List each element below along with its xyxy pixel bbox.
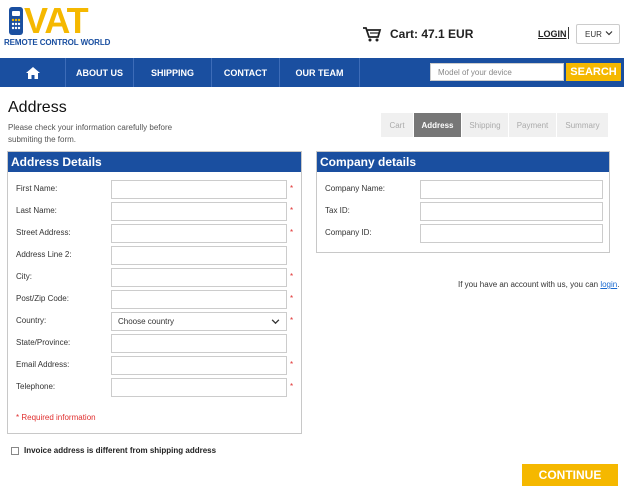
- street-address-row: Street Address: *: [16, 224, 300, 243]
- nav-shipping[interactable]: SHIPPING: [134, 58, 212, 87]
- account-note-end: .: [617, 280, 620, 289]
- nav-about-us[interactable]: ABOUT US: [66, 58, 134, 87]
- logo-brand: VAT: [24, 0, 89, 41]
- login-link[interactable]: LOGIN: [538, 29, 567, 39]
- required-marker: *: [290, 206, 294, 215]
- checkout-steps: Cart Address Shipping Payment Summary: [381, 113, 609, 137]
- required-marker: *: [290, 382, 294, 391]
- company-name-row: Company Name:: [325, 180, 605, 199]
- required-marker: *: [290, 272, 294, 281]
- street-address-field[interactable]: [111, 224, 287, 243]
- street-address-label: Street Address:: [16, 228, 71, 237]
- search-input[interactable]: Model of your device: [430, 63, 564, 81]
- city-row: City: *: [16, 268, 300, 287]
- company-name-field[interactable]: [420, 180, 603, 199]
- required-marker: *: [290, 360, 294, 369]
- last-name-row: Last Name: *: [16, 202, 300, 221]
- required-marker: *: [290, 294, 294, 303]
- invoice-address-label: Invoice address is different from shippi…: [24, 446, 217, 455]
- company-name-label: Company Name:: [325, 184, 386, 193]
- header-divider: [568, 27, 569, 39]
- required-marker: *: [290, 228, 294, 237]
- account-login-note: If you have an account with us, you can …: [458, 280, 619, 289]
- currency-value: EUR: [585, 29, 602, 39]
- post-code-label: Post/Zip Code:: [16, 294, 69, 303]
- email-label: Email Address:: [16, 360, 70, 369]
- first-name-row: First Name: *: [16, 180, 300, 199]
- city-field[interactable]: [111, 268, 287, 287]
- company-details-panel: Company details Company Name: Tax ID: Co…: [316, 151, 610, 253]
- company-id-label: Company ID:: [325, 228, 372, 237]
- first-name-field[interactable]: [111, 180, 287, 199]
- address-line-2-row: Address Line 2:: [16, 246, 300, 265]
- continue-button[interactable]: CONTINUE: [522, 464, 618, 486]
- address-line-2-label: Address Line 2:: [16, 250, 72, 259]
- home-icon: [25, 66, 40, 79]
- address-details-heading: Address Details: [8, 152, 301, 172]
- step-cart[interactable]: Cart: [381, 113, 414, 137]
- logo-tagline: REMOTE CONTROL WORLD: [4, 38, 111, 47]
- page-subtitle: Please check your information carefully …: [8, 123, 173, 144]
- post-code-row: Post/Zip Code: *: [16, 290, 300, 309]
- account-note-text: If you have an account with us, you can: [458, 280, 601, 289]
- state-label: State/Province:: [16, 338, 71, 347]
- tax-id-row: Tax ID:: [325, 202, 605, 221]
- logo[interactable]: VAT REMOTE CONTROL WORLD: [4, 0, 110, 50]
- country-row: Country: Choose country *: [16, 312, 300, 331]
- nav-contact[interactable]: CONTACT: [212, 58, 280, 87]
- last-name-label: Last Name:: [16, 206, 57, 215]
- remote-control-icon: [9, 7, 23, 35]
- company-id-row: Company ID:: [325, 224, 605, 243]
- step-address[interactable]: Address: [414, 113, 462, 137]
- country-select-value: Choose country: [118, 317, 175, 326]
- company-id-field[interactable]: [420, 224, 603, 243]
- tax-id-field[interactable]: [420, 202, 603, 221]
- first-name-label: First Name:: [16, 184, 58, 193]
- page-title: Address: [8, 99, 67, 116]
- email-row: Email Address: *: [16, 356, 300, 375]
- cart-total: Cart: 47.1 EUR: [390, 27, 474, 41]
- last-name-field[interactable]: [111, 202, 287, 221]
- account-login-link[interactable]: login: [600, 280, 617, 289]
- nav-our-team[interactable]: OUR TEAM: [280, 58, 360, 87]
- tax-id-label: Tax ID:: [325, 206, 350, 215]
- post-code-field[interactable]: [111, 290, 287, 309]
- telephone-row: Telephone: *: [16, 378, 300, 397]
- cart-icon: [363, 27, 382, 42]
- step-shipping[interactable]: Shipping: [462, 113, 509, 137]
- address-line-2-field[interactable]: [111, 246, 287, 265]
- country-select[interactable]: Choose country: [111, 312, 287, 331]
- currency-select[interactable]: EUR: [576, 24, 620, 44]
- home-button[interactable]: [0, 58, 66, 87]
- telephone-label: Telephone:: [16, 382, 56, 391]
- state-row: State/Province:: [16, 334, 300, 353]
- address-details-panel: Address Details First Name: * Last Name:…: [7, 151, 302, 434]
- country-label: Country:: [16, 316, 47, 325]
- email-field[interactable]: [111, 356, 287, 375]
- required-marker: *: [290, 316, 294, 325]
- search-button[interactable]: SEARCH: [566, 63, 621, 81]
- city-label: City:: [16, 272, 32, 281]
- telephone-field[interactable]: [111, 378, 287, 397]
- invoice-address-option[interactable]: Invoice address is different from shippi…: [11, 446, 216, 455]
- chevron-down-icon: [605, 31, 613, 36]
- invoice-address-checkbox[interactable]: [11, 446, 19, 455]
- step-payment[interactable]: Payment: [509, 113, 557, 137]
- required-marker: *: [290, 184, 294, 193]
- company-details-heading: Company details: [317, 152, 609, 172]
- chevron-down-icon: [271, 319, 280, 325]
- state-field[interactable]: [111, 334, 287, 353]
- cart-link[interactable]: Cart: 47.1 EUR: [362, 26, 473, 42]
- step-summary[interactable]: Summary: [557, 113, 609, 137]
- required-info-note: * Required information: [16, 413, 96, 422]
